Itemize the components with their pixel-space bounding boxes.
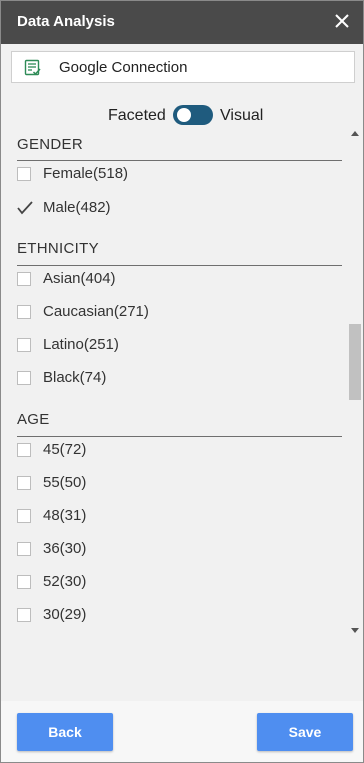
title-bar: Data Analysis — [1, 1, 363, 44]
checkbox-label: 48(31) — [43, 507, 87, 524]
checkbox-item-black[interactable]: Black(74) — [17, 366, 337, 390]
checkbox-checked[interactable] — [17, 201, 33, 215]
back-button[interactable]: Back — [17, 713, 113, 751]
visual-label: Visual — [220, 107, 264, 124]
section-title-age: AGE — [17, 411, 50, 428]
save-button[interactable]: Save — [257, 713, 353, 751]
checkbox[interactable] — [17, 542, 31, 556]
checkbox-item-age-30[interactable]: 30(29) — [17, 603, 337, 627]
section-title-ethnicity: ETHNICITY — [17, 240, 99, 257]
checkbox-item-age-36[interactable]: 36(30) — [17, 537, 337, 561]
scroll-down-arrow-icon[interactable] — [351, 628, 359, 633]
checkbox-label: 30(29) — [43, 606, 87, 623]
checkbox-label: 45(72) — [43, 441, 87, 458]
toggle-knob — [177, 108, 191, 122]
close-icon[interactable] — [331, 10, 353, 32]
section-divider — [17, 160, 342, 161]
checkbox[interactable] — [17, 575, 31, 589]
checkbox-item-age-48[interactable]: 48(31) — [17, 504, 337, 528]
panel-title: Data Analysis — [17, 13, 115, 30]
checkbox-item-age-45[interactable]: 45(72) — [17, 438, 337, 462]
mode-toggle-switch[interactable] — [173, 105, 213, 125]
checkbox-label: 36(30) — [43, 540, 87, 557]
checkbox[interactable] — [17, 476, 31, 490]
checkbox[interactable] — [17, 305, 31, 319]
checkbox-item-age-55[interactable]: 55(50) — [17, 471, 337, 495]
sheet-checklist-icon — [24, 59, 42, 77]
scrollbar-thumb[interactable] — [349, 324, 361, 400]
checkbox[interactable] — [17, 608, 31, 622]
google-connection-button[interactable]: Google Connection — [11, 51, 355, 83]
checkbox-item-latino[interactable]: Latino(251) — [17, 333, 337, 357]
vertical-scrollbar[interactable] — [349, 131, 361, 641]
data-analysis-panel: Data Analysis Google Connection Faceted … — [0, 0, 364, 763]
checkbox-label: 55(50) — [43, 474, 87, 491]
checkbox-label: Female(518) — [43, 165, 129, 182]
faceted-label: Faceted — [108, 107, 166, 124]
checkbox[interactable] — [17, 371, 31, 385]
connection-label: Google Connection — [59, 59, 188, 76]
checkbox-label: Black(74) — [43, 369, 107, 386]
checkbox[interactable] — [17, 338, 31, 352]
section-divider — [17, 436, 342, 437]
footer-bar: Back Save — [1, 701, 363, 762]
checkbox-label: Caucasian(271) — [43, 303, 149, 320]
section-divider — [17, 265, 342, 266]
checkbox[interactable] — [17, 443, 31, 457]
checkbox-item-caucasian[interactable]: Caucasian(271) — [17, 300, 337, 324]
section-title-gender: GENDER — [17, 136, 83, 153]
checkbox-label: Latino(251) — [43, 336, 119, 353]
checkbox-item-female[interactable]: Female(518) — [17, 162, 337, 186]
checkbox-item-age-52[interactable]: 52(30) — [17, 570, 337, 594]
checkbox[interactable] — [17, 167, 31, 181]
checkbox[interactable] — [17, 272, 31, 286]
checkbox-label: 52(30) — [43, 573, 87, 590]
checkbox-item-asian[interactable]: Asian(404) — [17, 267, 337, 291]
checkbox-label: Asian(404) — [43, 270, 116, 287]
checkbox-item-male[interactable]: Male(482) — [17, 196, 337, 220]
checkbox-label: Male(482) — [43, 199, 111, 216]
facet-list: GENDER Female(518) Male(482) ETHNICITY A… — [1, 131, 363, 641]
mode-toggle-row: Faceted Visual — [1, 104, 363, 128]
scroll-up-arrow-icon[interactable] — [351, 131, 359, 136]
checkbox[interactable] — [17, 509, 31, 523]
